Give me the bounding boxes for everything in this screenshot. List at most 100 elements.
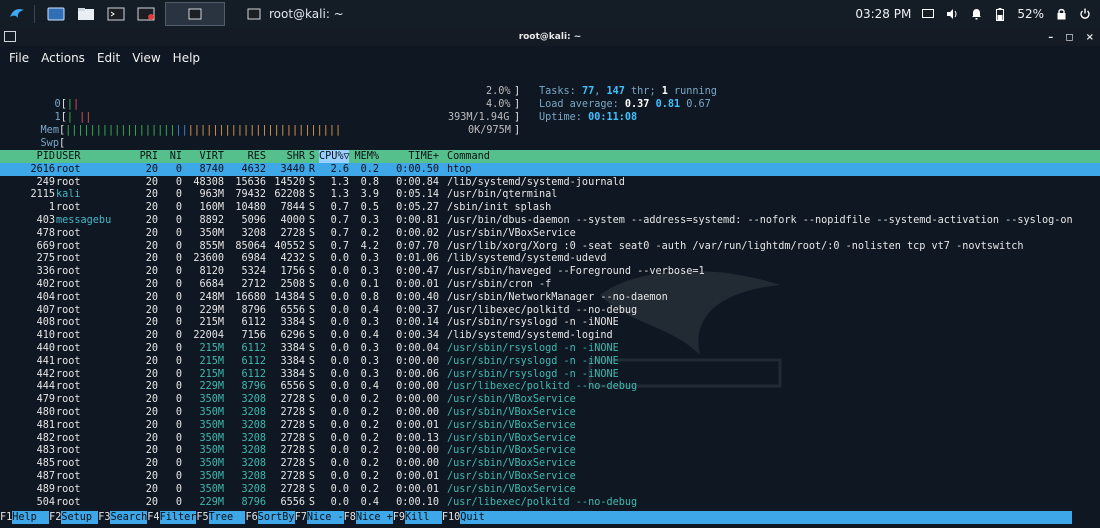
table-row[interactable]: 489root 20 0 350M 3208 2728 S 0.0 0.2 0:00.01/usr… [0, 483, 1100, 496]
table-row[interactable]: 1root 20 0 160M 10480 7844 S 0.7 0.5 0:05.27/sbin… [0, 201, 1100, 214]
taskbar-window-terminal[interactable]: root@kali: ~ [239, 3, 352, 25]
column-header-shr[interactable]: SHR [266, 150, 305, 163]
table-header[interactable]: PIDUSER PRI NI VIRT RES SHR S CPU%▽ MEM% TIME+ Com… [0, 150, 1100, 163]
table-row[interactable]: 403messagebu 20 0 8892 5096 4000 S 0.7 0.3 0:00.8… [0, 214, 1100, 227]
table-row[interactable]: 444root 20 0 229M 8796 6556 S 0.0 0.4 0:00.00/usr… [0, 380, 1100, 393]
cell-pri: 20 [145, 342, 158, 354]
table-row[interactable]: 410root 20 0 22004 7156 6296 S 0.0 0.4 0:00.34/li… [0, 329, 1100, 342]
column-header-command[interactable]: Command [439, 150, 490, 163]
table-row[interactable]: 485root 20 0 350M 3208 2728 S 0.0 0.2 0:00.00/usr… [0, 457, 1100, 470]
cell-pid: 2616 [30, 163, 55, 175]
minimize-button[interactable]: – [1048, 32, 1053, 43]
column-header-ni[interactable]: NI [158, 150, 182, 163]
battery-icon[interactable] [993, 7, 1007, 21]
load-average-line: Load average: 0.37 0.81 0.67 [539, 99, 711, 110]
table-row[interactable]: 249root 20 0 48308 15636 14520 S 1.3 0.8 0:00.84 /… [0, 176, 1100, 189]
window-menu-icon[interactable] [4, 31, 16, 45]
cell-cpu: 0.0 [330, 368, 349, 380]
fkey-f5[interactable]: F5Tree [196, 511, 246, 524]
table-row[interactable]: 407root 20 0 229M 8796 6556 S 0.0 0.4 0:00.37/usr… [0, 304, 1100, 317]
cell-cpu: 0.0 [330, 253, 349, 265]
fkey-f6[interactable]: F6SortBy [245, 511, 295, 524]
table-row[interactable]: 482root 20 0 350M 3208 2728 S 0.0 0.2 0:00.13/usr… [0, 432, 1100, 445]
table-row[interactable]: 402root 20 0 6684 2712 2508 S 0.0 0.1 0:00.01/usr… [0, 278, 1100, 291]
fkey-f4[interactable]: F4Filter [147, 511, 197, 524]
menu-edit[interactable]: Edit [97, 51, 120, 65]
menu-view[interactable]: View [132, 51, 160, 65]
table-row[interactable]: 2115kali 20 0 963M 79432 62208 S 1.3 3.9 0:05.14 /… [0, 188, 1100, 201]
table-row[interactable]: 483root 20 0 350M 3208 2728 S 0.0 0.2 0:00.00/usr… [0, 444, 1100, 457]
fkey-f10[interactable]: F10Quit [442, 511, 1073, 524]
column-header-time[interactable]: TIME+ [379, 150, 439, 163]
root-terminal-icon[interactable] [133, 2, 159, 26]
table-row[interactable]: 408root 20 0 215M 6112 3384 S 0.0 0.3 0:00.14/usr… [0, 316, 1100, 329]
window-titlebar[interactable]: root@kali: ~ – ◻ × [0, 28, 1100, 46]
cell-ni: 0 [175, 419, 182, 431]
clock[interactable]: 03:28 PM [855, 7, 911, 21]
cell-shr: 2728 [280, 483, 305, 495]
fkey-f3[interactable]: F3Search [98, 511, 148, 524]
cell-pid: 489 [36, 483, 55, 495]
column-header-res[interactable]: RES [224, 150, 266, 163]
cell-pid: 482 [36, 432, 55, 444]
lock-icon[interactable] [1054, 7, 1068, 21]
mem-value: 393M/1.94G [448, 112, 510, 123]
table-row[interactable]: 275root 20 0 23600 6984 4232 S 0.0 0.3 0:01.06/li… [0, 252, 1100, 265]
column-header-cpu[interactable]: CPU%▽ [319, 150, 350, 163]
cell-state: S [308, 483, 316, 495]
cell-state: S [308, 278, 316, 290]
table-row[interactable]: 669root 20 0 855M 85064 40552 S 0.7 4.2 0:07.70/u… [0, 240, 1100, 253]
table-row[interactable]: 404root 20 0 248M 16680 14384 S 0.0 0.8 0:00.40/u… [0, 291, 1100, 304]
show-desktop-button[interactable] [165, 2, 225, 26]
kali-menu-icon[interactable] [4, 2, 30, 26]
fkey-f7[interactable]: F7Nice - [295, 511, 344, 524]
menu-file[interactable]: File [9, 51, 29, 65]
table-row[interactable]: 336root 20 0 8120 5324 1756 S 0.0 0.3 0:00.47/usr… [0, 265, 1100, 278]
table-row[interactable]: 504root 20 0 229M 8796 6556 S 0.0 0.4 0:00.10/usr… [0, 496, 1100, 509]
column-header-pid[interactable]: PID [0, 150, 55, 163]
cell-mem: 0.2 [360, 470, 379, 482]
terminal-icon [247, 8, 261, 20]
menu-actions[interactable]: Actions [41, 51, 85, 65]
workspace-icon[interactable] [43, 2, 69, 26]
cell-user: kali [56, 189, 81, 201]
cell-res: 5324 [241, 266, 266, 278]
fkey-f8[interactable]: F8Nice + [344, 511, 393, 524]
column-header-mem[interactable]: MEM% [349, 150, 379, 163]
power-icon[interactable] [1078, 7, 1092, 21]
notification-bell-icon[interactable] [969, 7, 983, 21]
cell-command: /lib/systemd/systemd-udevd [447, 253, 607, 265]
column-header-state[interactable]: S [305, 150, 319, 163]
cell-shr: 6556 [280, 496, 305, 508]
terminal-area[interactable]: 0[|| 2.0% ] 1[| || 4.0% ] Mem[||||||||||… [0, 70, 1100, 528]
terminal-launcher-icon[interactable] [103, 2, 129, 26]
table-row[interactable]: 480root 20 0 350M 3208 2728 S 0.0 0.2 0:00.00/usr… [0, 406, 1100, 419]
table-row[interactable]: 478root 20 0 350M 3208 2728 S 0.7 0.2 0:00.02/usr… [0, 227, 1100, 240]
table-row[interactable]: 487root 20 0 350M 3208 2728 S 0.0 0.2 0:00.01/usr… [0, 470, 1100, 483]
table-row[interactable]: 442root 20 0 215M 6112 3384 S 0.0 0.3 0:00.06/usr… [0, 368, 1100, 381]
column-header-user[interactable]: USER [55, 150, 139, 163]
table-row[interactable]: 440root 20 0 215M 6112 3384 S 0.0 0.3 0:00.04/usr… [0, 342, 1100, 355]
cell-virt: 215M [199, 368, 224, 380]
close-button[interactable]: × [1086, 32, 1094, 43]
volume-icon[interactable] [945, 7, 959, 21]
table-row[interactable]: 479root 20 0 350M 3208 2728 S 0.0 0.2 0:00.00/usr… [0, 393, 1100, 406]
cell-mem: 0.3 [360, 317, 379, 329]
display-icon[interactable] [921, 7, 935, 21]
cell-cpu: 0.0 [330, 304, 349, 316]
table-row[interactable]: 2616root 20 0 8740 4632 3440 R 2.6 0.2 0:00.50 hto… [0, 162, 1100, 176]
fkey-f2[interactable]: F2Setup [49, 511, 99, 524]
menu-help[interactable]: Help [173, 51, 200, 65]
cell-pid: 275 [36, 253, 55, 265]
column-header-pri[interactable]: PRI [139, 150, 158, 163]
fkey-f1[interactable]: F1Help [0, 511, 50, 524]
fkey-f9[interactable]: F9Kill [393, 511, 442, 524]
maximize-button[interactable]: ◻ [1065, 32, 1073, 43]
cell-user: root [56, 253, 81, 265]
column-header-virt[interactable]: VIRT [182, 150, 224, 163]
cell-pri: 20 [145, 419, 158, 431]
table-row[interactable]: 441root 20 0 215M 6112 3384 S 0.0 0.3 0:00.00/usr… [0, 355, 1100, 368]
table-row[interactable]: 481root 20 0 350M 3208 2728 S 0.0 0.2 0:00.01/usr… [0, 419, 1100, 432]
taskbar-separator [34, 5, 35, 23]
file-manager-icon[interactable] [73, 2, 99, 26]
